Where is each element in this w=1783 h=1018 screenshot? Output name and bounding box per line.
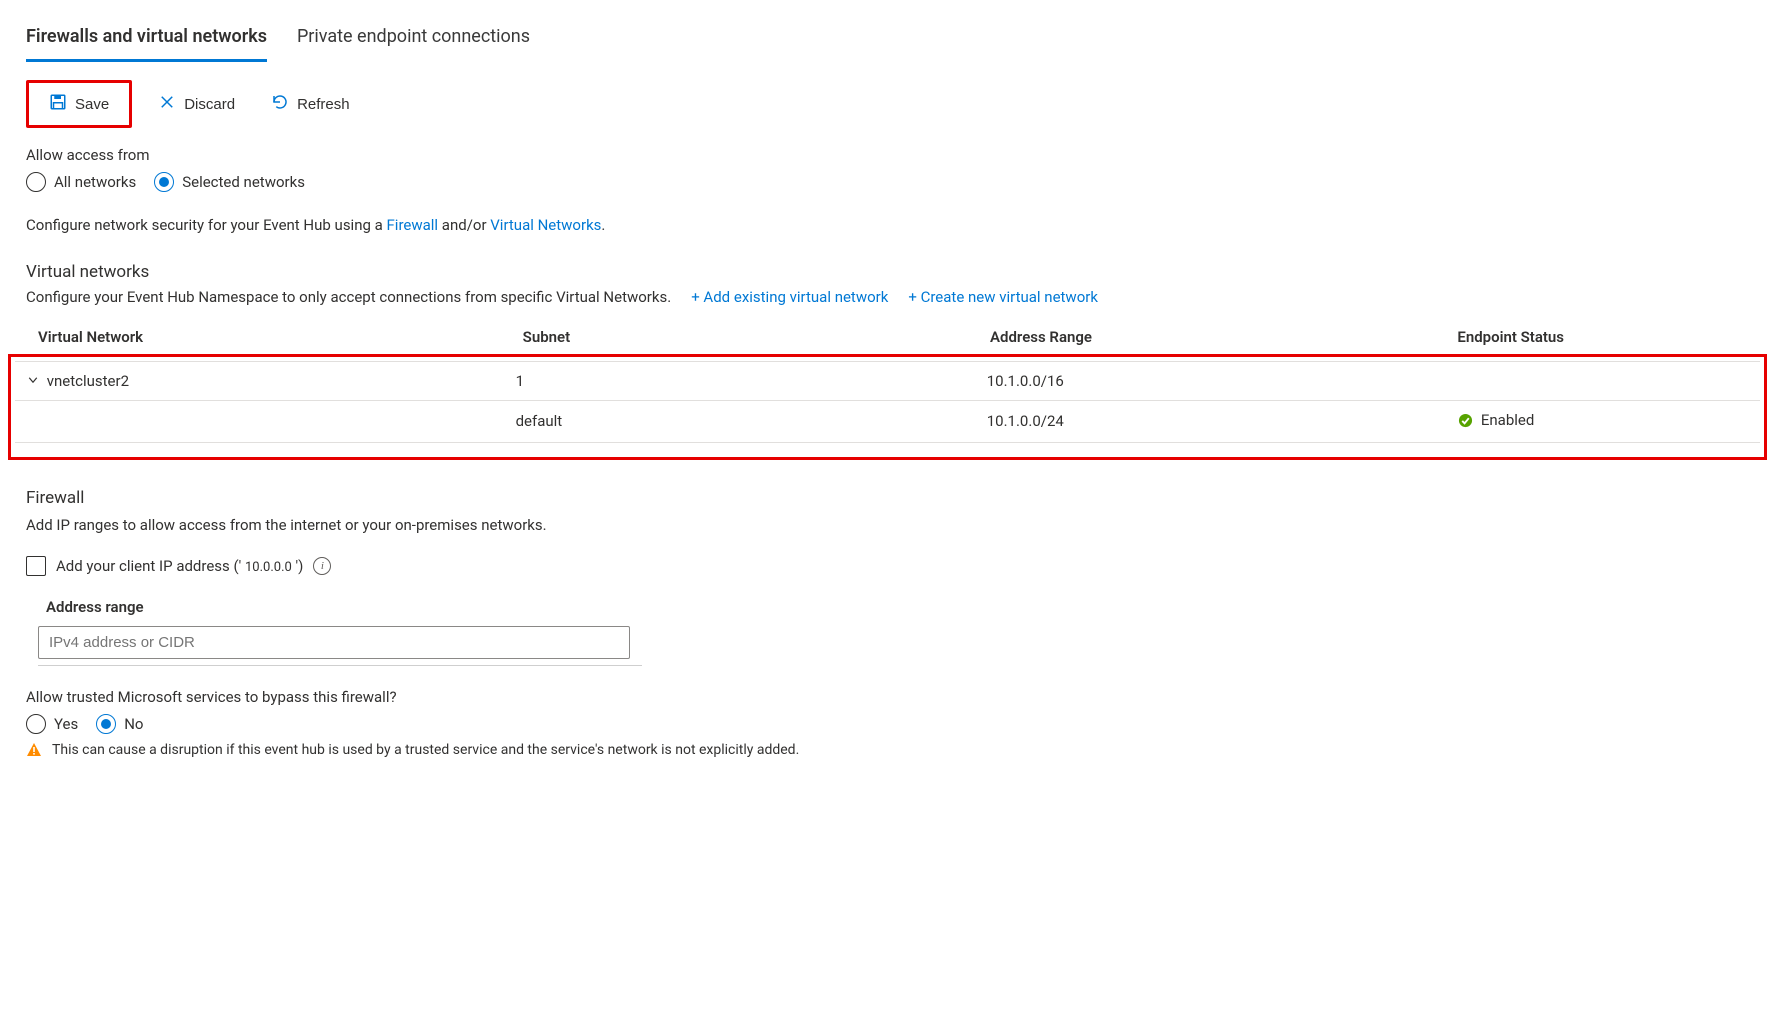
intro-andor: and/or (438, 216, 490, 234)
tab-bar: Firewalls and virtual networks Private e… (26, 18, 1757, 62)
trusted-question: Allow trusted Microsoft services to bypa… (26, 688, 1757, 706)
access-from-label: Allow access from (26, 146, 1757, 164)
cell-subnet: 1 (504, 362, 975, 401)
cell-vnet: vnetcluster2 (47, 372, 129, 390)
cell-range: 10.1.0.0/24 (975, 401, 1446, 443)
refresh-label: Refresh (297, 96, 350, 113)
firewall-subtext: Add IP ranges to allow access from the i… (26, 516, 1757, 534)
info-icon[interactable]: i (313, 557, 331, 575)
cell-status (1446, 362, 1760, 401)
col-vnet: Virtual Network (26, 320, 511, 354)
intro-prefix: Configure network security for your Even… (26, 216, 387, 234)
save-icon (49, 93, 67, 115)
add-client-ip-prefix: Add your client IP address (' (56, 557, 245, 575)
save-button[interactable]: Save (39, 87, 119, 121)
col-subnet: Subnet (511, 320, 978, 354)
radio-trusted-no[interactable]: No (96, 714, 143, 734)
intro-text: Configure network security for your Even… (26, 216, 1757, 234)
refresh-icon (271, 93, 289, 115)
radio-trusted-yes-label: Yes (54, 715, 78, 733)
radio-selected-networks[interactable]: Selected networks (154, 172, 305, 192)
status-enabled-icon (1458, 413, 1473, 428)
tab-firewalls[interactable]: Firewalls and virtual networks (26, 18, 267, 62)
link-firewall[interactable]: Firewall (387, 216, 439, 234)
add-client-ip-checkbox[interactable]: Add your client IP address (' 10.0.0.0 '… (26, 556, 331, 576)
vnets-table-highlight: vnetcluster2 1 10.1.0.0/16 default 10.1.… (8, 354, 1767, 460)
vnets-heading: Virtual networks (26, 262, 1757, 282)
col-status: Endpoint Status (1445, 320, 1757, 354)
radio-selected-networks-label: Selected networks (182, 173, 305, 191)
radio-trusted-no-label: No (124, 715, 143, 733)
trusted-warning-text: This can cause a disruption if this even… (52, 742, 799, 758)
checkbox-icon (26, 556, 46, 576)
chevron-down-icon[interactable] (27, 372, 41, 390)
firewall-heading: Firewall (26, 488, 1757, 508)
cell-status: Enabled (1481, 411, 1534, 429)
address-range-input[interactable] (38, 626, 630, 659)
add-existing-vnet-link[interactable]: + Add existing virtual network (691, 288, 888, 306)
warning-icon (26, 742, 42, 758)
radio-all-networks-label: All networks (54, 173, 136, 191)
cell-range: 10.1.0.0/16 (975, 362, 1446, 401)
address-range-label: Address range (46, 598, 1757, 616)
add-client-ip-suffix: ') (292, 557, 304, 575)
link-virtual-networks[interactable]: Virtual Networks (490, 216, 601, 234)
access-radio-group: All networks Selected networks (26, 172, 1757, 192)
table-row[interactable]: vnetcluster2 1 10.1.0.0/16 (15, 362, 1760, 401)
cell-subnet: default (504, 401, 975, 443)
intro-suffix: . (601, 216, 605, 234)
client-ip-value: 10.0.0.0 (245, 560, 292, 575)
table-row[interactable]: default 10.1.0.0/24 Enabled (15, 401, 1760, 443)
toolbar: Save Discard Refresh (26, 80, 1757, 128)
vnets-table: Virtual Network Subnet Address Range End… (26, 320, 1757, 354)
cell-vnet (15, 401, 504, 443)
radio-all-networks[interactable]: All networks (26, 172, 136, 192)
tab-private-endpoints[interactable]: Private endpoint connections (297, 18, 530, 62)
radio-trusted-yes[interactable]: Yes (26, 714, 78, 734)
discard-label: Discard (184, 96, 235, 113)
save-label: Save (75, 96, 109, 113)
discard-button[interactable]: Discard (148, 87, 245, 121)
col-range: Address Range (978, 320, 1445, 354)
create-new-vnet-link[interactable]: + Create new virtual network (908, 288, 1098, 306)
vnets-subtext: Configure your Event Hub Namespace to on… (26, 288, 671, 306)
refresh-button[interactable]: Refresh (261, 87, 360, 121)
trusted-warning: This can cause a disruption if this even… (26, 742, 1757, 758)
close-icon (158, 93, 176, 115)
